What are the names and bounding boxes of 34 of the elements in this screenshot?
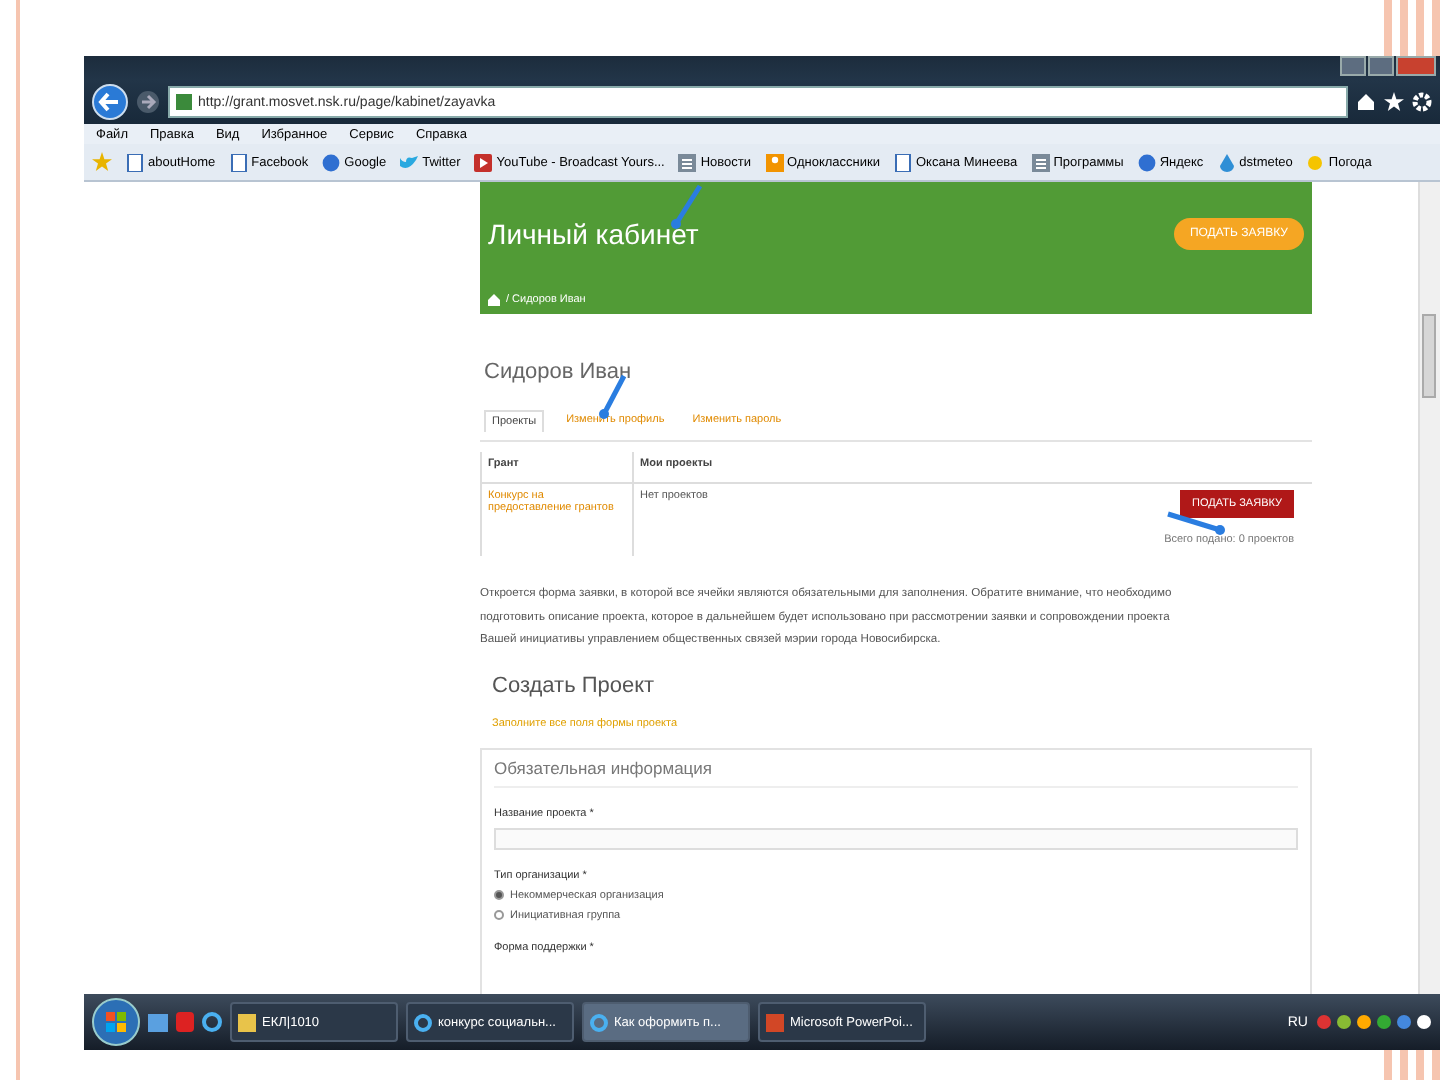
page-icon	[229, 153, 248, 171]
person-icon	[765, 153, 784, 171]
forward-button[interactable]	[136, 90, 160, 114]
grid-icon	[1031, 153, 1050, 171]
browser-icon[interactable]	[202, 1012, 222, 1032]
settings-icon[interactable]	[1412, 92, 1432, 112]
annotation-arrow	[1167, 511, 1225, 535]
section-title: Создать Проект	[492, 673, 657, 697]
browser-icon	[590, 1013, 608, 1031]
start-button[interactable]	[92, 998, 140, 1046]
radio-button[interactable]	[494, 890, 504, 900]
folder-icon	[238, 1013, 256, 1031]
grid-icon	[678, 153, 697, 171]
home-icon[interactable]	[1356, 92, 1376, 112]
page-icon	[176, 94, 192, 110]
page-icon	[893, 153, 912, 171]
page-icon	[126, 153, 144, 171]
video-icon	[474, 153, 493, 171]
sun-icon	[1306, 153, 1325, 171]
bird-icon	[400, 153, 419, 171]
presentation-icon	[766, 1013, 784, 1031]
card-title: Обязательная информация	[494, 757, 1298, 787]
desktop-icon[interactable]	[148, 1013, 168, 1031]
page-title: Личный кабинет	[488, 218, 699, 250]
search-icon	[1137, 153, 1156, 171]
browser-icon	[414, 1013, 432, 1031]
star-icon[interactable]	[1384, 92, 1404, 112]
drop-icon	[1217, 153, 1236, 171]
user-name: Сидоров Иван	[484, 360, 634, 384]
back-button[interactable]	[92, 84, 128, 120]
input-field[interactable]	[494, 827, 1298, 849]
scrollbar[interactable]	[1418, 182, 1440, 994]
search-icon	[322, 153, 341, 171]
radio-button[interactable]	[494, 910, 504, 920]
